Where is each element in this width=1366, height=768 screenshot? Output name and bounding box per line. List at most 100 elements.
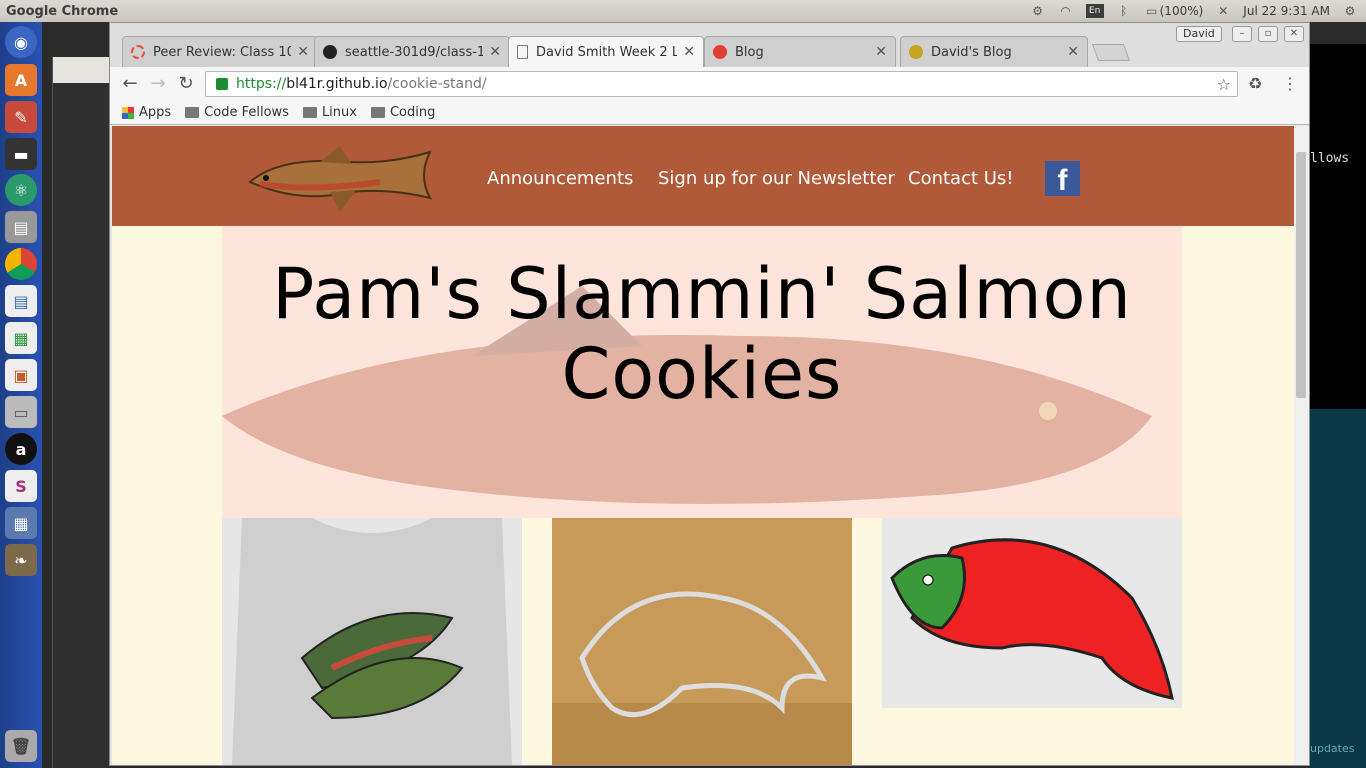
tab-title: seattle-301d9/class-10 bbox=[345, 44, 484, 60]
chrome-window: Peer Review: Class 10 ( ✕ seattle-301d9/… bbox=[109, 22, 1310, 766]
url-scheme: https:// bbox=[236, 76, 287, 92]
salmon-logo-icon[interactable] bbox=[240, 142, 436, 218]
profile-button[interactable]: David bbox=[1176, 26, 1222, 42]
bookmarks-bar: Apps Code Fellows Linux Coding bbox=[110, 101, 1309, 125]
battery-icon: ▭ bbox=[1145, 4, 1158, 18]
facebook-icon[interactable]: f bbox=[1045, 161, 1080, 197]
cookie-cutter-product-image bbox=[552, 518, 852, 765]
writer-icon[interactable]: ▤ bbox=[5, 285, 37, 317]
background-window-titlebar bbox=[53, 57, 111, 83]
dash-home-icon[interactable]: ◉ bbox=[5, 26, 37, 58]
forward-icon[interactable]: → bbox=[148, 74, 168, 94]
tab-title: David Smith Week 2 La bbox=[536, 44, 678, 60]
calc-icon[interactable]: ▦ bbox=[5, 322, 37, 354]
wifi-icon[interactable]: ◠ bbox=[1058, 4, 1074, 18]
tab-close-icon[interactable]: ✕ bbox=[489, 44, 501, 60]
address-bar[interactable]: https:// bl41r.github.io /cookie-stand/ … bbox=[205, 71, 1238, 97]
terminal-icon[interactable]: ▬ bbox=[5, 138, 37, 170]
apps-grid-icon bbox=[122, 106, 134, 119]
bookmark-apps[interactable]: Apps bbox=[122, 105, 171, 120]
tab-title: Blog bbox=[735, 44, 764, 60]
background-editor-window bbox=[52, 57, 111, 768]
amazon-icon[interactable]: a bbox=[5, 433, 37, 465]
blog-favicon-icon bbox=[713, 45, 727, 59]
software-center-icon[interactable]: A bbox=[5, 64, 37, 96]
reload-icon[interactable]: ↻ bbox=[176, 74, 196, 94]
browser-toolbar: ← → ↻ https:// bl41r.github.io /cookie-s… bbox=[110, 67, 1309, 101]
tshirt-image bbox=[222, 518, 522, 765]
terminal-text: llows bbox=[1310, 151, 1350, 166]
site-header: Announcements Sign up for our Newsletter… bbox=[112, 126, 1294, 226]
tab-title: David's Blog bbox=[931, 44, 1012, 60]
battery-percent: (100%) bbox=[1159, 4, 1204, 18]
tab-close-icon[interactable]: ✕ bbox=[297, 44, 309, 60]
files-icon[interactable]: ▤ bbox=[5, 211, 37, 243]
bookmark-star-icon[interactable]: ☆ bbox=[1217, 75, 1231, 94]
url-host: bl41r.github.io bbox=[286, 76, 388, 92]
system-settings-icon[interactable]: ✎ bbox=[5, 101, 37, 133]
indicator-area: ⚙ ◠ En ᛒ ▭ (100%) ✕ Jul 22 9:31 AM ⚙ bbox=[1030, 4, 1366, 18]
extension-recycle-icon[interactable]: ♻ bbox=[1248, 74, 1262, 93]
clock[interactable]: Jul 22 9:31 AM bbox=[1243, 4, 1330, 18]
tab-davids-blog[interactable]: David's Blog ✕ bbox=[900, 36, 1088, 67]
impress-icon[interactable]: ▣ bbox=[5, 359, 37, 391]
chrome-menu-icon[interactable]: ⋮ bbox=[1282, 74, 1298, 93]
bluetooth-icon[interactable]: ᛒ bbox=[1116, 4, 1132, 18]
url-path: /cookie-stand/ bbox=[387, 76, 487, 92]
github-icon bbox=[323, 45, 337, 59]
chrome-icon[interactable] bbox=[5, 248, 37, 280]
new-tab-button[interactable] bbox=[1091, 44, 1131, 61]
atom-editor-icon[interactable]: ⚛ bbox=[5, 174, 37, 206]
scrollbar-thumb[interactable] bbox=[1296, 152, 1306, 398]
unity-launcher: ◉ A ✎ ▬ ⚛ ▤ ▤ ▦ ▣ ▭ a S ▦ ❧ 🗑 bbox=[0, 22, 42, 768]
folder-icon bbox=[302, 107, 317, 118]
bitcoin-icon bbox=[909, 45, 923, 59]
trash-icon[interactable]: 🗑 bbox=[5, 730, 37, 762]
secure-lock-icon bbox=[216, 78, 228, 90]
page-title-line-2: Cookies bbox=[561, 333, 843, 415]
folder-icon bbox=[185, 107, 200, 118]
tab-close-icon[interactable]: ✕ bbox=[1067, 44, 1079, 60]
page-scrollbar[interactable] bbox=[1294, 126, 1309, 765]
minimize-icon[interactable]: – bbox=[1232, 26, 1252, 42]
salmon-cookie-product-image bbox=[882, 518, 1182, 708]
tab-close-icon[interactable]: ✕ bbox=[683, 44, 695, 60]
hero-banner: Pam's Slammin' Salmon Cookies bbox=[222, 226, 1182, 518]
tab-github[interactable]: seattle-301d9/class-10 ✕ bbox=[314, 36, 510, 67]
disk-icon[interactable]: ▭ bbox=[5, 396, 37, 428]
page-title-line-1: Pam's Slammin' Salmon bbox=[272, 253, 1132, 335]
settings-indicator-icon[interactable]: ⚙ bbox=[1030, 4, 1046, 18]
tab-david-smith[interactable]: David Smith Week 2 La ✕ bbox=[508, 36, 704, 67]
back-icon[interactable]: ← bbox=[120, 74, 140, 94]
background-terminal-window: llows updates bbox=[1310, 44, 1366, 768]
bookmark-code-fellows[interactable]: Code Fellows bbox=[185, 105, 289, 120]
bookmark-linux[interactable]: Linux bbox=[302, 105, 357, 120]
slack-icon[interactable]: S bbox=[5, 470, 37, 502]
page-viewport: Announcements Sign up for our Newsletter… bbox=[112, 126, 1294, 765]
nav-announcements[interactable]: Announcements bbox=[487, 168, 633, 189]
tab-title: Peer Review: Class 10 ( bbox=[153, 44, 292, 60]
system-gear-icon[interactable]: ⚙ bbox=[1342, 4, 1358, 18]
tab-strip: Peer Review: Class 10 ( ✕ seattle-301d9/… bbox=[110, 23, 1309, 67]
keyboard-layout-indicator[interactable]: En bbox=[1085, 4, 1104, 18]
nav-contact[interactable]: Contact Us! bbox=[908, 168, 1014, 189]
page-title: Pam's Slammin' Salmon Cookies bbox=[222, 254, 1182, 414]
nav-newsletter[interactable]: Sign up for our Newsletter bbox=[658, 168, 895, 189]
gimp-icon[interactable]: ❧ bbox=[5, 544, 37, 576]
cookie-cutter-image bbox=[552, 518, 852, 765]
terminal-teal-area bbox=[1310, 409, 1366, 768]
calculator-icon[interactable]: ▦ bbox=[5, 507, 37, 539]
tab-favicon-icon bbox=[131, 45, 145, 59]
tab-peer-review[interactable]: Peer Review: Class 10 ( ✕ bbox=[122, 36, 318, 67]
tab-close-icon[interactable]: ✕ bbox=[875, 44, 887, 60]
bookmark-coding[interactable]: Coding bbox=[370, 105, 435, 120]
close-window-icon[interactable]: ✕ bbox=[1284, 26, 1304, 42]
tshirt-product-image bbox=[222, 518, 522, 765]
volume-muted-icon[interactable]: ✕ bbox=[1215, 4, 1231, 18]
salmon-cookie-image bbox=[882, 518, 1182, 708]
maximize-icon[interactable]: ▫ bbox=[1258, 26, 1278, 42]
battery-indicator[interactable]: ▭ (100%) bbox=[1144, 4, 1204, 18]
tab-blog[interactable]: Blog ✕ bbox=[704, 36, 896, 67]
updates-text: updates bbox=[1310, 742, 1355, 755]
page-icon bbox=[517, 45, 528, 59]
